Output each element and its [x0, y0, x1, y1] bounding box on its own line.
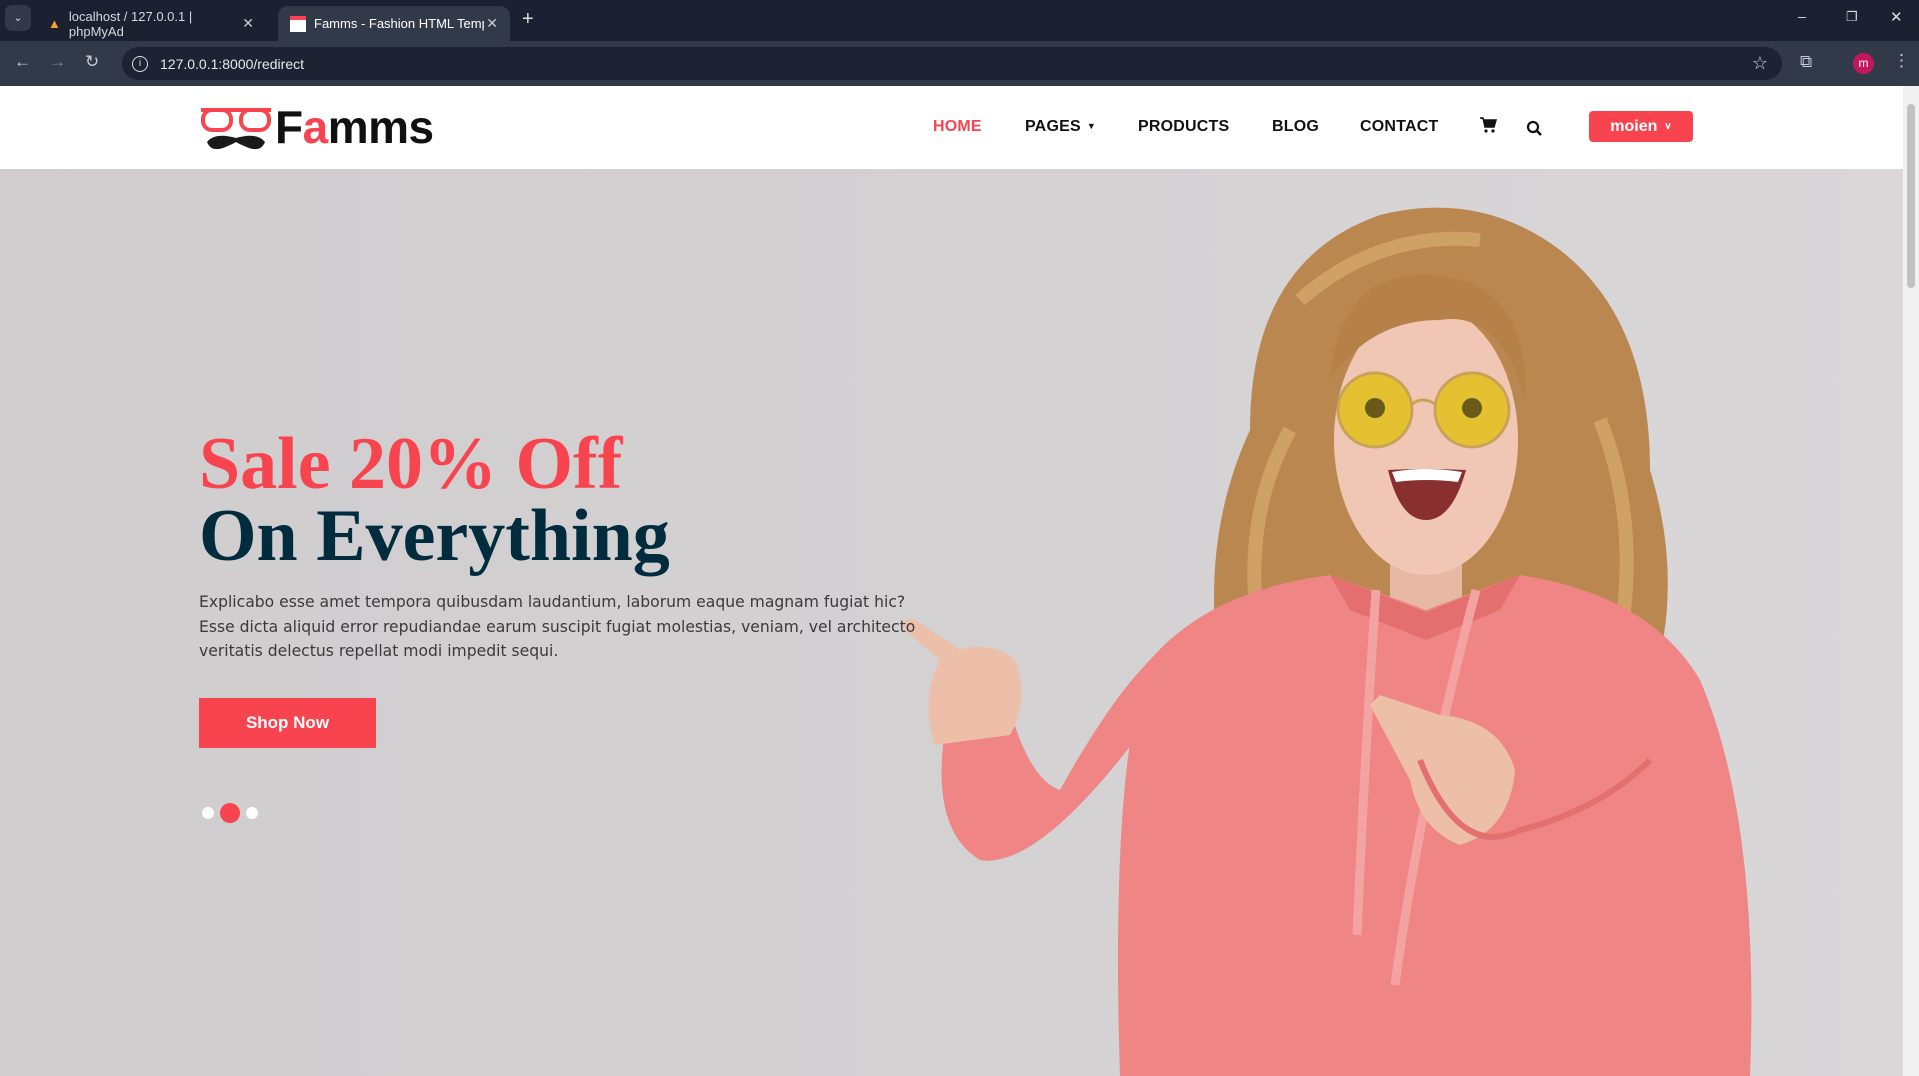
- logo[interactable]: Famms: [199, 101, 459, 154]
- user-menu-button[interactable]: moien ∨: [1589, 111, 1693, 142]
- forward-icon[interactable]: →: [49, 52, 66, 72]
- search-icon[interactable]: [1526, 120, 1543, 137]
- site-navbar: Famms HOME PAGES ▼ PRODUCTS BLOG CONTACT …: [0, 86, 1903, 169]
- nav-home[interactable]: HOME: [933, 118, 982, 136]
- nav-pages[interactable]: PAGES ▼: [1025, 118, 1096, 136]
- phpmyadmin-icon: ▲: [48, 16, 61, 31]
- restore-button[interactable]: ❐: [1846, 9, 1858, 25]
- minimize-button[interactable]: –: [1798, 8, 1806, 24]
- back-icon[interactable]: ←: [14, 52, 31, 72]
- hero-description: Explicabo esse amet tempora quibusdam la…: [199, 593, 916, 660]
- new-tab-button[interactable]: +: [522, 8, 534, 31]
- logo-text-accent: a: [302, 101, 329, 153]
- hero-headline-everything: On Everything: [199, 495, 670, 577]
- scrollbar-thumb[interactable]: [1907, 104, 1915, 288]
- address-bar[interactable]: i 127.0.0.1:8000/redirect ☆: [122, 47, 1782, 80]
- chevron-down-icon: ∨: [1664, 121, 1672, 132]
- caret-down-icon: ▼: [1086, 121, 1096, 131]
- logo-text-f: F: [275, 101, 303, 153]
- tab-search-button[interactable]: ⌄: [5, 5, 31, 31]
- bookmark-star-icon[interactable]: ☆: [1752, 53, 1768, 74]
- extensions-icon[interactable]: ⧉: [1800, 52, 1812, 72]
- hero-slider: Sale 20% Off On Everything Explicabo ess…: [0, 169, 1903, 1076]
- slider-dot-2-active[interactable]: [220, 803, 240, 823]
- site-info-icon[interactable]: i: [132, 55, 148, 72]
- browser-toolbar: ← → ↻ i 127.0.0.1:8000/redirect ☆ ⧉ m ⋮: [0, 41, 1919, 86]
- slider-dot-1[interactable]: [202, 807, 214, 819]
- famms-favicon: [290, 15, 306, 32]
- cart-icon[interactable]: [1479, 116, 1497, 134]
- logo-text-rest: mms: [327, 101, 434, 153]
- nav-contact[interactable]: CONTACT: [1360, 118, 1438, 136]
- hero-headline-sale: Sale 20% Off: [199, 423, 623, 505]
- url-text[interactable]: 127.0.0.1:8000/redirect: [160, 56, 304, 72]
- shop-now-button[interactable]: Shop Now: [199, 698, 376, 748]
- slider-dot-3[interactable]: [246, 807, 258, 819]
- browser-tab-bar: ⌄ ▲ localhost / 127.0.0.1 | phpMyAd ✕ Fa…: [0, 0, 1919, 41]
- close-tab-icon[interactable]: ✕: [242, 15, 254, 32]
- page-scrollbar[interactable]: [1903, 86, 1919, 1076]
- close-window-button[interactable]: ✕: [1890, 8, 1903, 26]
- tab-phpmyadmin[interactable]: ▲ localhost / 127.0.0.1 | phpMyAd ✕: [36, 6, 266, 41]
- close-tab-icon[interactable]: ✕: [486, 15, 498, 32]
- glasses-mustache-logo-icon: [201, 108, 271, 150]
- nav-blog[interactable]: BLOG: [1272, 118, 1319, 136]
- tab-famms[interactable]: Famms - Fashion HTML Templat ✕: [278, 6, 510, 41]
- browser-menu-icon[interactable]: ⋮: [1893, 51, 1910, 71]
- nav-products[interactable]: PRODUCTS: [1138, 118, 1229, 136]
- profile-avatar[interactable]: m: [1853, 53, 1874, 74]
- reload-icon[interactable]: ↻: [85, 52, 99, 72]
